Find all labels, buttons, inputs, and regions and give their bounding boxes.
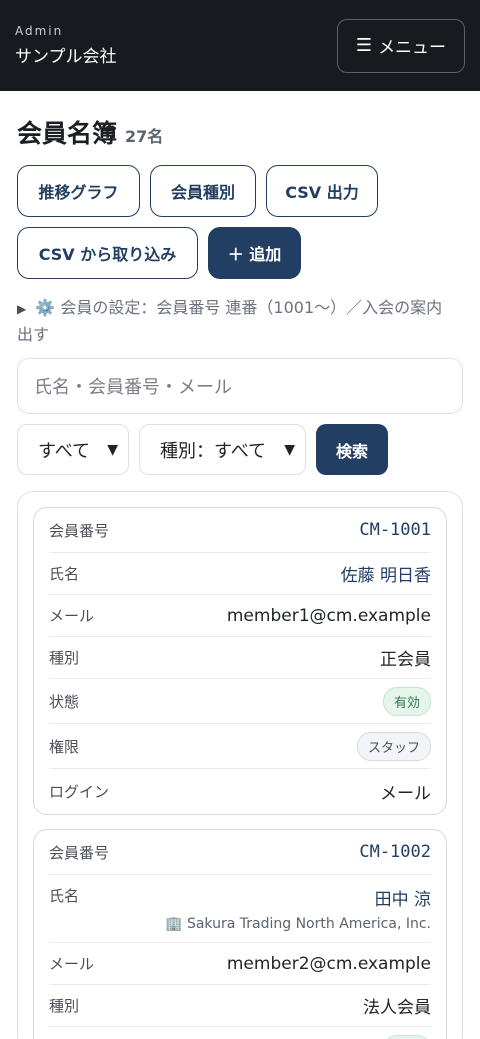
email-row: メール member2@cm.example [49,943,431,985]
search-input[interactable]: 氏名・会員番号・メール [17,358,463,414]
member-list: 会員番号 CM-1001 氏名 佐藤 明日香 メール member1@cm.ex… [17,491,463,1039]
role-label: 権限 [49,737,80,756]
chevron-down-icon: ▼ [107,441,118,458]
top-bar: Admin サンプル会社 ☰ メニュー [0,0,480,91]
company-name: サンプル会社 [15,47,117,67]
name-label: 氏名 [49,565,80,583]
csv-export-button[interactable]: CSV 出力 [266,165,378,217]
name-value[interactable]: 田中 涼 [165,885,431,910]
email-label: メール [49,607,95,625]
login-label: ログイン [49,783,110,801]
member-no-label: 会員番号 [49,843,110,862]
admin-label: Admin [15,24,64,38]
member-settings-summary[interactable]: ▶ ⚙️ 会員の設定：会員番号 連番（1001〜）／入会の案内 出す [17,295,463,348]
company-name: Sakura Trading North America, Inc. [186,916,431,932]
member-no-label: 会員番号 [49,521,110,540]
hamburger-icon: ☰ [355,35,373,56]
member-types-button[interactable]: 会員種別 [150,165,256,217]
type-row: 種別 正会員 [49,637,431,679]
status-row: 状態 有効 [49,1027,431,1039]
login-value: メール [380,784,431,804]
member-no-row: 会員番号 CM-1001 [49,508,431,553]
chevron-down-icon: ▼ [284,441,295,458]
trend-graph-button[interactable]: 推移グラフ [17,165,140,217]
member-no-value: CM-1001 [359,520,431,540]
member-card[interactable]: 会員番号 CM-1001 氏名 佐藤 明日香 メール member1@cm.ex… [33,507,447,815]
login-row: ログイン メール [49,769,431,814]
name-column: 田中 涼 🏢 Sakura Trading North America, Inc… [165,885,431,932]
page-title: 会員名簿 [17,119,118,148]
building-icon: 🏢 [165,916,183,932]
type-row: 種別 法人会員 [49,985,431,1027]
title-row: 会員名簿 27名 [17,91,463,157]
member-count: 27名 [125,127,164,146]
type-label: 種別 [49,649,80,667]
member-no-value: CM-1002 [359,842,431,862]
status-badge: 有効 [382,1035,431,1039]
type-select-value: 種別：すべて [160,440,267,462]
name-value[interactable]: 佐藤 明日香 [341,561,431,586]
type-label: 種別 [49,997,80,1015]
member-card[interactable]: 会員番号 CM-1002 氏名 田中 涼 🏢 Sakura Trading No… [33,829,447,1039]
status-select[interactable]: すべて ▼ [17,424,129,475]
search-button[interactable]: 検索 [316,424,388,475]
add-member-button[interactable]: ＋ 追加 [208,227,301,279]
type-value: 法人会員 [363,998,431,1018]
csv-import-button[interactable]: CSV から取り込み [17,227,198,279]
name-label: 氏名 [49,887,80,905]
gear-icon: ⚙️ [35,298,56,317]
status-badge: 有効 [382,686,431,716]
type-select[interactable]: 種別：すべて ▼ [139,424,306,475]
search-placeholder: 氏名・会員番号・メール [34,377,232,398]
settings-text: 会員の設定：会員番号 連番（1001〜）／入会の案内 出す [17,298,443,344]
menu-label: メニュー [378,38,447,58]
email-row: メール member1@cm.example [49,595,431,637]
company-line: 🏢 Sakura Trading North America, Inc. [165,916,431,932]
action-buttons: 推移グラフ 会員種別 CSV 出力 CSV から取り込み ＋ 追加 [17,165,463,279]
name-row: 氏名 田中 涼 🏢 Sakura Trading North America, … [49,875,431,943]
filter-row: すべて ▼ 種別：すべて ▼ 検索 [17,424,463,475]
email-value: member1@cm.example [226,605,431,626]
status-select-value: すべて [38,440,91,462]
brand: Admin サンプル会社 [15,24,117,67]
email-label: メール [49,955,95,973]
status-row: 状態 有効 [49,679,431,724]
role-badge: スタッフ [356,731,431,761]
menu-button[interactable]: ☰ メニュー [337,18,465,73]
name-row: 氏名 佐藤 明日香 [49,553,431,595]
member-no-row: 会員番号 CM-1002 [49,830,431,875]
email-value: member2@cm.example [226,953,431,974]
main-content: 会員名簿 27名 推移グラフ 会員種別 CSV 出力 CSV から取り込み ＋ … [0,91,480,1039]
role-row: 権限 スタッフ [49,724,431,769]
status-label: 状態 [49,692,80,711]
type-value: 正会員 [380,650,431,670]
disclosure-triangle-icon: ▶ [17,302,27,316]
